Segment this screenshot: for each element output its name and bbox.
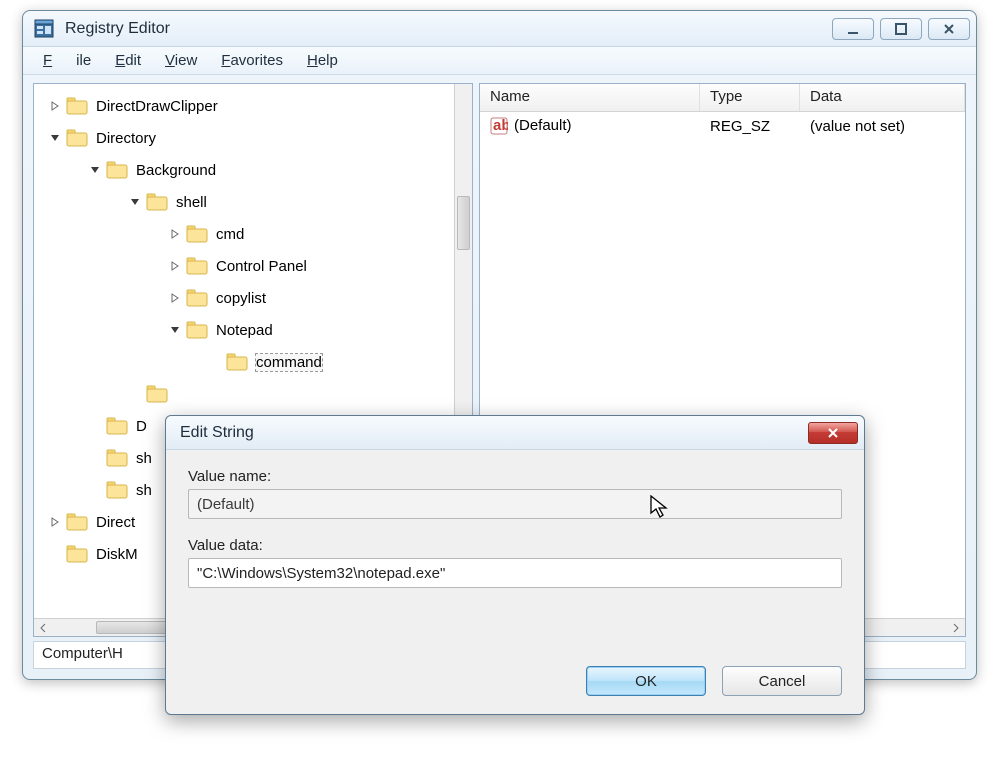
value-name-label: Value name: <box>188 468 842 485</box>
tree-node-directdrawclipper[interactable]: DirectDrawClipper <box>34 90 472 122</box>
dialog-close-button[interactable] <box>808 422 858 444</box>
column-header-data[interactable]: Data <box>800 84 965 111</box>
tree-label: shell <box>176 194 207 211</box>
tree-node-background[interactable]: Background <box>34 154 472 186</box>
expander-expanded-icon[interactable] <box>48 131 62 145</box>
menu-help[interactable]: Help <box>295 49 350 72</box>
tree-node-control-panel[interactable]: Control Panel <box>34 250 472 282</box>
window-title: Registry Editor <box>65 20 832 38</box>
column-header-name[interactable]: Name <box>480 84 700 111</box>
folder-icon <box>106 416 128 436</box>
expander-collapsed-icon[interactable] <box>168 259 182 273</box>
scrollbar-thumb[interactable] <box>457 196 470 250</box>
folder-icon <box>226 352 248 372</box>
tree-node-notepad[interactable]: Notepad <box>34 314 472 346</box>
dialog-button-row: OK Cancel <box>586 666 842 696</box>
tree-label: copylist <box>216 290 266 307</box>
tree-label: Control Panel <box>216 258 307 275</box>
cancel-button[interactable]: Cancel <box>722 666 842 696</box>
tree-label: Notepad <box>216 322 273 339</box>
tree-label: D <box>136 418 147 435</box>
app-icon <box>33 18 55 40</box>
tree-node-cmd[interactable]: cmd <box>34 218 472 250</box>
folder-icon <box>186 256 208 276</box>
tree-label: DirectDrawClipper <box>96 98 218 115</box>
dialog-body: Value name: Value data: <box>166 450 864 588</box>
folder-icon <box>186 288 208 308</box>
tree-node-truncated[interactable] <box>34 378 472 410</box>
window-controls <box>832 18 970 40</box>
titlebar[interactable]: Registry Editor <box>23 11 976 47</box>
expander-collapsed-icon[interactable] <box>48 99 62 113</box>
expander-collapsed-icon[interactable] <box>168 227 182 241</box>
value-data-input[interactable] <box>188 558 842 588</box>
dialog-title: Edit String <box>180 424 808 442</box>
scroll-right-icon[interactable] <box>947 619 965 636</box>
menu-edit[interactable]: Edit <box>103 49 153 72</box>
expander-collapsed-icon[interactable] <box>48 515 62 529</box>
maximize-button[interactable] <box>880 18 922 40</box>
tree-label: Directory <box>96 130 156 147</box>
folder-icon <box>66 128 88 148</box>
list-header[interactable]: Name Type Data <box>480 84 965 112</box>
tree-label: Direct <box>96 514 135 531</box>
minimize-button[interactable] <box>832 18 874 40</box>
folder-icon <box>66 544 88 564</box>
ok-button[interactable]: OK <box>586 666 706 696</box>
tree-node-copylist[interactable]: copylist <box>34 282 472 314</box>
list-row[interactable]: ab (Default) REG_SZ (value not set) <box>480 112 965 140</box>
tree-node-directory[interactable]: Directory <box>34 122 472 154</box>
menubar: File Edit View Favorites Help <box>23 47 976 75</box>
tree-label: cmd <box>216 226 244 243</box>
tree-label: sh <box>136 450 152 467</box>
folder-icon <box>106 448 128 468</box>
status-path: Computer\H <box>42 645 123 662</box>
tree-node-command[interactable]: command <box>34 346 472 378</box>
scroll-left-icon[interactable] <box>34 619 52 636</box>
dialog-titlebar[interactable]: Edit String <box>166 416 864 450</box>
menu-file[interactable]: File <box>31 49 103 72</box>
tree-label: Background <box>136 162 216 179</box>
cell-data: (value not set) <box>800 116 965 137</box>
folder-icon <box>186 320 208 340</box>
folder-icon <box>146 384 168 404</box>
value-name-input[interactable] <box>188 489 842 519</box>
svg-text:ab: ab <box>493 117 508 134</box>
folder-icon <box>186 224 208 244</box>
expander-expanded-icon[interactable] <box>128 195 142 209</box>
menu-view[interactable]: View <box>153 49 209 72</box>
cell-type: REG_SZ <box>700 116 800 137</box>
expander-expanded-icon[interactable] <box>88 163 102 177</box>
tree-label-selected: command <box>256 354 322 371</box>
string-value-icon: ab <box>490 117 508 135</box>
cell-name: ab (Default) <box>480 115 700 137</box>
tree-label: DiskM <box>96 546 138 563</box>
value-name-text: (Default) <box>514 117 572 134</box>
folder-icon <box>106 160 128 180</box>
tree-node-shell[interactable]: shell <box>34 186 472 218</box>
edit-string-dialog: Edit String Value name: Value data: OK C… <box>165 415 865 715</box>
close-button[interactable] <box>928 18 970 40</box>
folder-icon <box>66 96 88 116</box>
expander-expanded-icon[interactable] <box>168 323 182 337</box>
folder-icon <box>66 512 88 532</box>
folder-icon <box>106 480 128 500</box>
value-data-label: Value data: <box>188 537 842 554</box>
menu-favorites[interactable]: Favorites <box>209 49 295 72</box>
tree-label: sh <box>136 482 152 499</box>
column-header-type[interactable]: Type <box>700 84 800 111</box>
expander-collapsed-icon[interactable] <box>168 291 182 305</box>
folder-icon <box>146 192 168 212</box>
